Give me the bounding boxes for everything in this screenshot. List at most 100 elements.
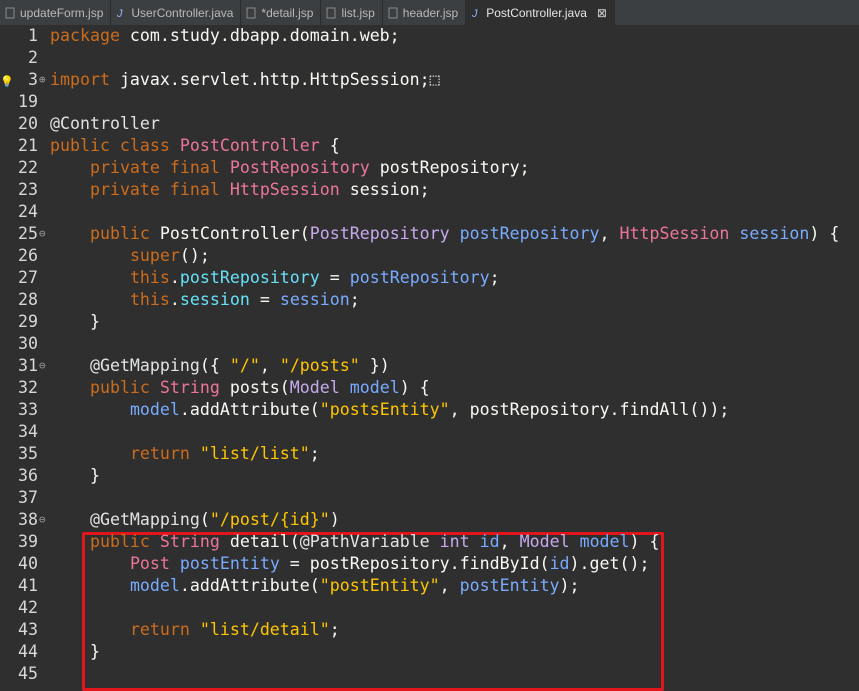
line-number: 40 <box>18 554 38 573</box>
code-line: 36 } <box>0 465 859 487</box>
code-editor[interactable]: 1 package com.study.dbapp.domain.web; 2 3 ⊕ 💡… <box>0 25 859 691</box>
code-line: 27 this.postRepository = postRepository; <box>0 267 859 289</box>
code-token: "/posts" <box>279 356 360 375</box>
java-file-icon: J <box>470 6 482 20</box>
tab-label: header.jsp <box>402 5 459 20</box>
code-line: 28 this.session = session; <box>0 289 859 311</box>
code-line: 37 <box>0 487 859 509</box>
fold-toggle-icon[interactable]: ⊖ <box>39 355 46 377</box>
code-text: import javax.servlet.http.HttpSession;⬚ <box>50 69 440 91</box>
line-number: 27 <box>18 268 38 287</box>
code-token: package <box>50 26 120 45</box>
tab--detail-jsp[interactable]: *detail.jsp <box>241 0 322 25</box>
code-token: postRepository <box>349 268 490 287</box>
code-line: 2 <box>0 47 859 69</box>
code-token: "postEntity" <box>319 576 440 595</box>
code-text: public String detail(@PathVariable int i… <box>50 531 660 553</box>
code-text: this.session = session; <box>50 289 360 311</box>
line-number: 1 <box>28 26 38 45</box>
code-token: PostController( <box>159 224 310 243</box>
close-icon[interactable]: ⊠ <box>597 6 607 20</box>
code-token: } <box>50 642 100 661</box>
code-text: Post postEntity = postRepository.findByI… <box>50 553 650 575</box>
code-text: public PostController(PostRepository pos… <box>50 223 839 245</box>
code-token: id <box>549 554 570 573</box>
line-number: 26 <box>18 246 38 265</box>
line-number: 34 <box>18 422 38 441</box>
code-token: @PathVariable <box>299 532 430 551</box>
tab-list-jsp[interactable]: list.jsp <box>321 0 383 25</box>
tab-updateform-jsp[interactable]: updateForm.jsp <box>0 0 112 25</box>
tab-header-jsp[interactable]: header.jsp <box>383 0 467 25</box>
code-token: PostRepository <box>309 224 450 243</box>
code-line: 21 public class PostController { <box>0 135 859 157</box>
code-token: public <box>89 532 160 551</box>
line-number: 44 <box>18 642 38 661</box>
code-token: model <box>579 532 630 551</box>
code-token: ).get(); <box>569 554 650 573</box>
fold-toggle-icon[interactable]: ⊕ <box>39 69 46 91</box>
code-token: postEntity <box>179 554 280 573</box>
line-number: 41 <box>18 576 38 595</box>
line-number: 38 <box>18 510 38 529</box>
line-number: 25 <box>18 224 38 243</box>
code-token: (); <box>179 246 210 265</box>
code-line: 24 <box>0 201 859 223</box>
code-token: , <box>599 224 620 243</box>
lightbulb-icon[interactable]: 💡 <box>0 71 14 93</box>
jsp-file-icon <box>387 6 399 20</box>
code-token: ) { <box>629 532 660 551</box>
code-token: Model <box>289 378 340 397</box>
code-token: session; <box>339 180 430 199</box>
code-line: 1 package com.study.dbapp.domain.web; <box>0 25 859 47</box>
code-line: 31 ⊖ @GetMapping({ "/", "/posts" }) <box>0 355 859 377</box>
code-token: , postRepository.findAll()); <box>449 400 730 419</box>
code-token: int <box>439 532 470 551</box>
code-line: 39 public String detail(@PathVariable in… <box>0 531 859 553</box>
code-token: ; <box>349 290 360 309</box>
code-text: } <box>50 465 100 487</box>
code-text: return "list/list"; <box>50 443 320 465</box>
code-token: private final <box>89 158 230 177</box>
tab-postcontroller-java[interactable]: J PostController.java ⊠ <box>466 0 615 25</box>
code-token: ; <box>309 444 320 463</box>
code-token: return <box>129 444 200 463</box>
tab-usercontroller-java[interactable]: J UserController.java <box>111 0 242 25</box>
fold-toggle-icon[interactable]: ⊖ <box>39 509 46 531</box>
line-number: 31 <box>18 356 38 375</box>
code-token: ({ <box>199 356 230 375</box>
code-token: @GetMapping <box>89 510 200 529</box>
code-token: String <box>159 532 220 551</box>
code-token: . <box>169 268 180 287</box>
line-number: 29 <box>18 312 38 331</box>
code-text: } <box>50 641 100 663</box>
code-line: 41 model.addAttribute("postEntity", post… <box>0 575 859 597</box>
line-number: 36 <box>18 466 38 485</box>
code-token: ⬚ <box>429 70 440 89</box>
tab-label: *detail.jsp <box>261 5 314 20</box>
fold-toggle-icon[interactable]: ⊖ <box>39 223 46 245</box>
code-line: 20 @Controller <box>0 113 859 135</box>
code-token: session <box>179 290 250 309</box>
code-line: 34 <box>0 421 859 443</box>
line-number: 22 <box>18 158 38 177</box>
line-number: 35 <box>18 444 38 463</box>
code-line: 45 <box>0 663 859 685</box>
line-number: 20 <box>18 114 38 133</box>
code-token: Post <box>129 554 170 573</box>
line-number: 19 <box>18 92 38 111</box>
code-token: public class <box>50 136 180 155</box>
code-token: . <box>169 290 180 309</box>
code-token: javax.servlet.http.HttpSession; <box>109 70 430 89</box>
code-token: PostController <box>179 136 320 155</box>
code-text: public String posts(Model model) { <box>50 377 430 399</box>
